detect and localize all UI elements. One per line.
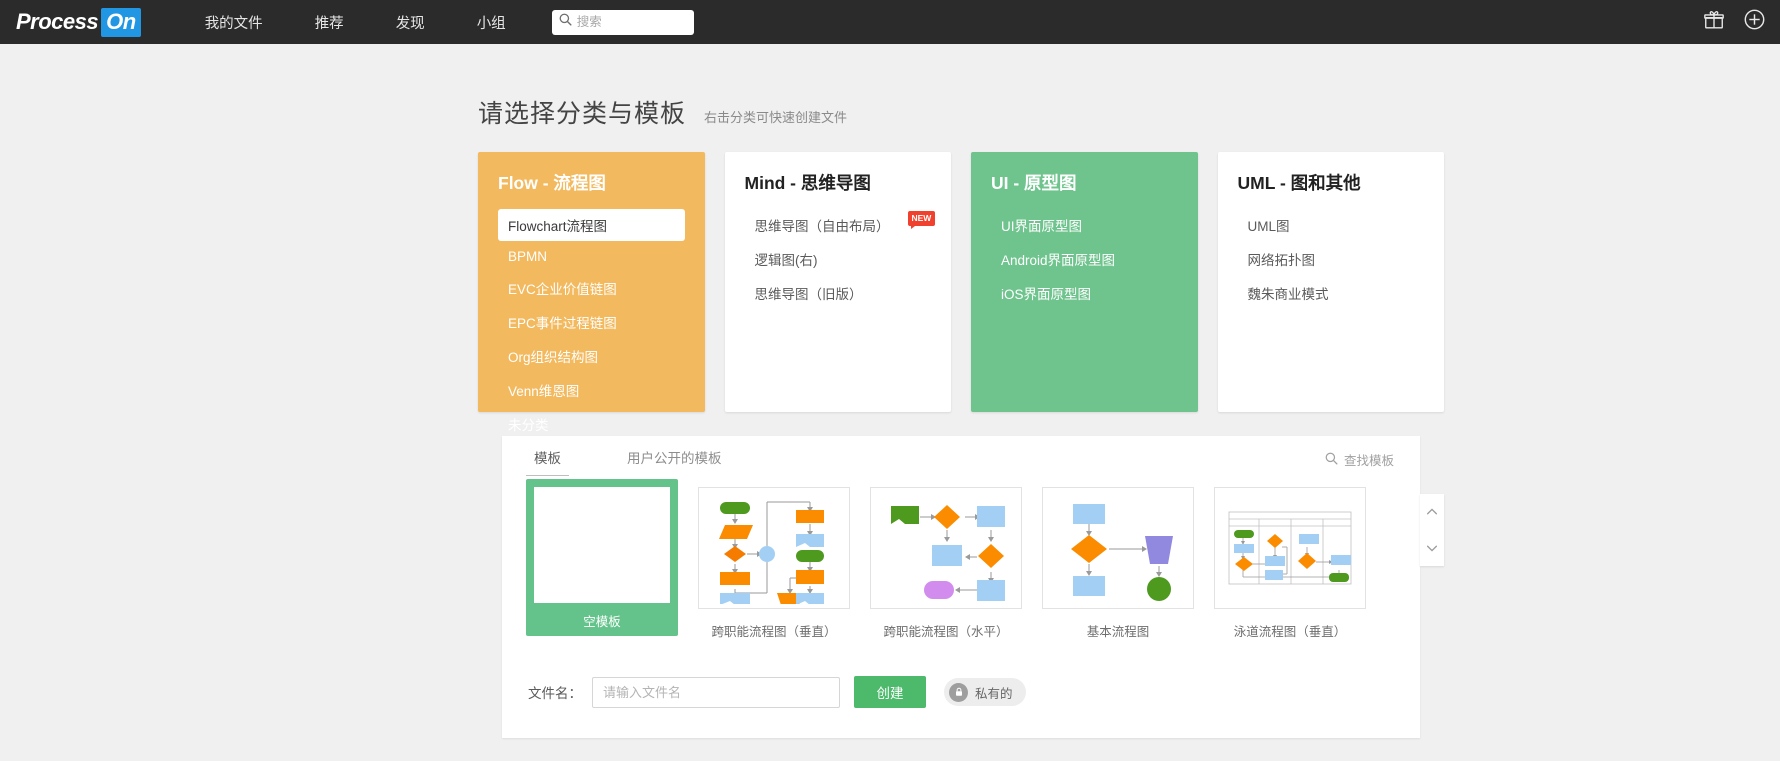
filename-label: 文件名： [528, 686, 582, 701]
new-badge: NEW [907, 211, 936, 228]
category-items: UML图 网络拓扑图 魏朱商业模式 [1238, 209, 1425, 309]
nav-item-recommend[interactable]: 推荐 [289, 12, 370, 33]
category-item-evc[interactable]: EVC企业价值链图 [498, 272, 685, 304]
search-icon [559, 13, 572, 31]
create-button[interactable]: 创建 [854, 676, 926, 708]
template-label: 跨职能流程图（垂直） [711, 625, 837, 639]
category-item-mindmap-legacy[interactable]: 思维导图（旧版） [745, 277, 932, 309]
template-panel: 模板 用户公开的模板 查找模板 空模板 跨职能流程图（垂直） 跨职能流程图（水平… [502, 436, 1444, 738]
category-item-venn[interactable]: Venn维恩图 [498, 374, 685, 406]
category-title: UI - 原型图 [991, 173, 1077, 193]
global-search-box[interactable] [551, 9, 694, 35]
category-item-network-topology[interactable]: 网络拓扑图 [1238, 243, 1425, 275]
category-card-uml[interactable]: UML - 图和其他 UML图 网络拓扑图 魏朱商业模式 [1217, 152, 1444, 412]
template-label: 泳道流程图（垂直） [1233, 625, 1347, 639]
search-icon [1325, 452, 1338, 468]
template-card-basic-flowchart[interactable]: 基本流程图 [1042, 487, 1194, 640]
tab-templates[interactable]: 模板 [526, 436, 569, 482]
template-scroll-controls [1420, 494, 1444, 566]
scroll-down-button[interactable] [1420, 530, 1444, 566]
privacy-toggle[interactable]: 私有的 [944, 678, 1026, 706]
category-items: Flowchart流程图 BPMN EVC企业价值链图 EPC事件过程链图 Or… [498, 209, 685, 440]
privacy-label: 私有的 [975, 686, 1013, 701]
category-card-flow[interactable]: Flow - 流程图 Flowchart流程图 BPMN EVC企业价值链图 E… [478, 152, 705, 433]
category-item-uml[interactable]: UML图 [1238, 209, 1425, 241]
category-title: Mind - 思维导图 [744, 173, 871, 193]
category-card-mind[interactable]: Mind - 思维导图 思维导图（自由布局） NEW 逻辑图(右) 思维导图（旧版… [724, 152, 951, 412]
template-preview-basic-flowchart [1042, 487, 1194, 609]
lock-icon [949, 682, 968, 702]
category-card-ui[interactable]: UI - 原型图 UI界面原型图 Android界面原型图 iOS界面原型图 [971, 152, 1198, 412]
scroll-up-button[interactable] [1420, 494, 1444, 530]
logo-text-primary: Process [16, 8, 99, 34]
category-item-logic-right[interactable]: 逻辑图(右) [745, 243, 932, 275]
template-label: 跨职能流程图（水平） [883, 625, 1009, 639]
search-input[interactable] [576, 15, 687, 29]
template-preview-cross-functional-horizontal [870, 487, 1022, 609]
app-logo[interactable]: Process On [16, 7, 141, 37]
category-item-bpmn[interactable]: BPMN [498, 243, 685, 270]
page-body: 请选择分类与模板 右击分类可快速创建文件 Flow - 流程图 Flowchar… [0, 44, 1780, 761]
category-item-android-prototype[interactable]: Android界面原型图 [991, 243, 1178, 275]
category-item-ios-prototype[interactable]: iOS界面原型图 [991, 277, 1178, 309]
find-template-label: 查找模板 [1343, 454, 1394, 468]
category-title: UML - 图和其他 [1237, 173, 1361, 193]
nav-item-discover[interactable]: 发现 [370, 12, 451, 33]
template-label: 空模板 [583, 615, 621, 629]
template-preview-swimlane-vertical [1214, 487, 1366, 609]
header-actions [1703, 0, 1766, 44]
page-title: 请选择分类与模板 [478, 100, 687, 128]
template-preview-cross-functional-vertical [698, 487, 850, 609]
template-preview-blank [534, 487, 670, 603]
gift-icon[interactable] [1703, 9, 1725, 36]
nav-item-group[interactable]: 小组 [451, 12, 532, 33]
category-item-org[interactable]: Org组织结构图 [498, 340, 685, 372]
category-item-epc[interactable]: EPC事件过程链图 [498, 306, 685, 338]
template-tabs: 模板 用户公开的模板 查找模板 [502, 436, 1420, 482]
logo-text-accent: On [101, 7, 141, 37]
find-template-link[interactable]: 查找模板 [1325, 450, 1394, 469]
content-column: 请选择分类与模板 右击分类可快速创建文件 Flow - 流程图 Flowchar… [478, 44, 1444, 738]
template-card-swimlane-vertical[interactable]: 泳道流程图（垂直） [1214, 487, 1366, 640]
main-nav: 我的文件 推荐 发现 小组 [179, 12, 532, 33]
page-heading: 请选择分类与模板 右击分类可快速创建文件 [478, 44, 1444, 130]
category-title: Flow - 流程图 [498, 173, 606, 193]
template-card-cross-functional-horizontal[interactable]: 跨职能流程图（水平） [870, 487, 1022, 640]
plus-circle-icon[interactable] [1743, 8, 1766, 36]
top-navigation-bar: Process On 我的文件 推荐 发现 小组 [0, 0, 1780, 44]
category-item-ui-prototype[interactable]: UI界面原型图 [991, 209, 1178, 241]
page-subtitle: 右击分类可快速创建文件 [704, 110, 848, 125]
nav-item-my-files[interactable]: 我的文件 [179, 12, 289, 33]
filename-input[interactable] [592, 676, 840, 708]
category-items: UI界面原型图 Android界面原型图 iOS界面原型图 [991, 209, 1178, 309]
category-item-mindmap-free[interactable]: 思维导图（自由布局） NEW [745, 209, 936, 241]
create-file-form: 文件名： 创建 私有的 [502, 640, 1420, 738]
template-label: 基本流程图 [1086, 625, 1150, 639]
category-card-list: Flow - 流程图 Flowchart流程图 BPMN EVC企业价值链图 E… [478, 152, 1444, 433]
template-thumbnail-list: 空模板 跨职能流程图（垂直） 跨职能流程图（水平） 基本流程图 泳道流程图（垂直… [502, 479, 1420, 640]
template-card-blank[interactable]: 空模板 [526, 479, 678, 636]
template-card-cross-functional-vertical[interactable]: 跨职能流程图（垂直） [698, 487, 850, 640]
category-item-weizhu-business[interactable]: 魏朱商业模式 [1238, 277, 1425, 309]
tab-public-templates[interactable]: 用户公开的模板 [619, 436, 730, 482]
category-item-label: 思维导图（自由布局） [754, 219, 890, 234]
category-item-flowchart[interactable]: Flowchart流程图 [498, 209, 685, 241]
category-items: 思维导图（自由布局） NEW 逻辑图(右) 思维导图（旧版） [745, 209, 936, 309]
